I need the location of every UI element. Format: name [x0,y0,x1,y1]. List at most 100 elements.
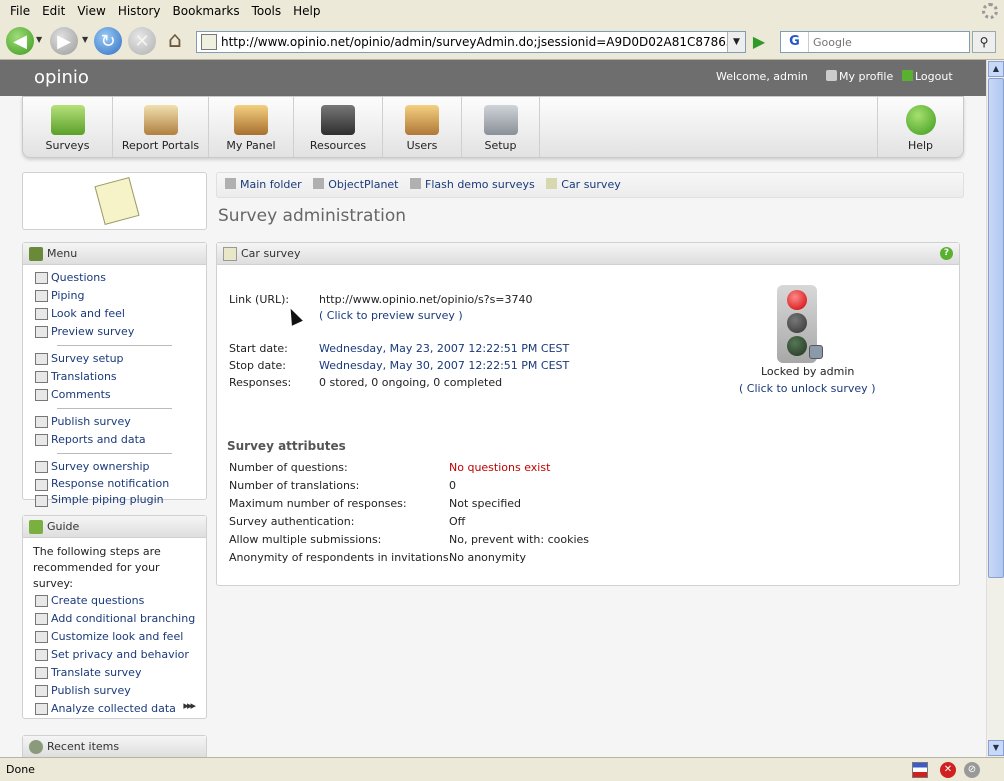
guide-set-privacy-and-behavior[interactable]: Set privacy and behavior [23,646,206,664]
menu-piping[interactable]: Piping [23,287,206,305]
page-viewport: opinio Welcome, admin My profile Logout … [0,60,986,757]
menu-help[interactable]: Help [287,4,326,18]
menu-history[interactable]: History [112,4,167,18]
menu-piping-label: Piping [51,289,85,302]
help-question-icon[interactable]: ? [940,247,953,260]
menu-response-notification-label: Response notification [51,477,170,490]
scroll-up-icon[interactable]: ▲ [988,61,1004,77]
vertical-scrollbar[interactable]: ▲ ▼ [986,60,1004,757]
breadcrumb-flash-demo-surveys[interactable]: Flash demo surveys [410,178,539,191]
link-label: Link (URL): [229,293,290,306]
menu-look-and-feel[interactable]: Look and feel [23,305,206,323]
guide-publish-survey[interactable]: Publish survey [23,682,206,700]
attr-value: Not specified [449,497,522,510]
logout-link[interactable]: Logout [902,70,953,83]
menu-questions[interactable]: Questions [23,269,206,287]
blocked-icon[interactable]: ✕ [940,762,956,778]
toolbar-help[interactable]: Help [877,97,963,157]
url-text[interactable]: http://www.opinio.net/opinio/admin/surve… [221,35,731,49]
menu-survey-setup[interactable]: Survey setup [23,350,206,368]
breadcrumb-label: Car survey [561,178,621,191]
wrench-icon [826,70,837,81]
menu-comments[interactable]: Comments [23,386,206,404]
go-button[interactable]: ▶ [750,33,768,51]
url-dropdown-icon[interactable]: ▼ [727,32,745,52]
back-history-dropdown-icon[interactable]: ▼ [36,35,42,44]
search-input[interactable] [809,33,964,51]
yellow-light-icon [787,313,807,333]
guide-step-label: Analyze collected data [51,702,176,715]
guide-customize-look-and-feel[interactable]: Customize look and feel [23,628,206,646]
scroll-down-icon[interactable]: ▼ [988,740,1004,756]
language-flag-icon[interactable] [912,762,928,778]
guide-more-arrows-icon[interactable]: ▸▸▸ [183,699,196,712]
recent-items-header[interactable]: Recent items [23,736,206,757]
menu-questions-label: Questions [51,271,106,284]
toolbar-setup[interactable]: Setup [462,97,540,157]
preview-survey-link[interactable]: ( Click to preview survey ) [319,309,463,322]
scroll-thumb[interactable] [988,78,1004,578]
menu-survey-ownership[interactable]: Survey ownership [23,458,206,476]
resources-icon [321,105,355,135]
breadcrumb-main-folder[interactable]: Main folder [225,178,306,191]
guide-add-conditional-branching[interactable]: Add conditional branching [23,610,206,628]
menu-survey-setup-label: Survey setup [51,352,124,365]
forward-history-dropdown-icon[interactable]: ▼ [82,35,88,44]
responses-label: Responses: [229,376,292,389]
guide-analyze-collected-data[interactable]: Analyze collected data [23,700,206,718]
my-profile-link[interactable]: My profile [826,70,893,83]
welcome-text: Welcome, admin [716,70,808,83]
menu-view[interactable]: View [71,4,111,18]
menu-edit[interactable]: Edit [36,4,71,18]
toolbar-my-panel[interactable]: My Panel [209,97,294,157]
menu-publish-survey[interactable]: Publish survey [23,413,206,431]
menu-response-notification[interactable]: Response notification [23,476,206,492]
toolbar-surveys[interactable]: Surveys [23,97,113,157]
page-title: Survey administration [218,206,407,226]
toolbar-users[interactable]: Users [383,97,462,157]
menu-tools[interactable]: Tools [246,4,288,18]
back-button[interactable]: ◀ [6,27,34,55]
home-button[interactable]: ⌂ [162,27,188,53]
survey-panel-title: Car survey [241,247,301,260]
translations-globe-icon [35,371,48,383]
toolbar-my-panel-label: My Panel [226,139,276,152]
stop-date-label: Stop date: [229,359,287,372]
report-portals-icon [143,105,178,135]
guide-panel-header: Guide [23,516,206,538]
menu-bookmarks[interactable]: Bookmarks [167,4,246,18]
stop-date-value[interactable]: Wednesday, May 30, 2007 12:22:51 PM CEST [319,359,569,372]
toolbar-resources[interactable]: Resources [294,97,383,157]
guide-create-questions[interactable]: Create questions [23,592,206,610]
menu-file[interactable]: File [4,4,36,18]
folder-icon [410,178,421,189]
search-engine-icon[interactable]: G [781,32,809,52]
menu-translations[interactable]: Translations [23,368,206,386]
menu-preview-survey-label: Preview survey [51,325,135,338]
menu-preview-survey[interactable]: Preview survey [23,323,206,341]
attr-label: Number of translations: [229,479,360,492]
unlock-survey-link[interactable]: ( Click to unlock survey ) [739,382,875,395]
disabled-icon[interactable]: ⊘ [964,762,980,778]
search-magnifier-button[interactable]: ⚲ [972,31,996,53]
app-logo[interactable]: opinio [34,67,89,88]
breadcrumb-car-survey[interactable]: Car survey [546,178,624,191]
address-bar[interactable]: http://www.opinio.net/opinio/admin/surve… [196,31,746,53]
guide-step-label: Set privacy and behavior [51,648,189,661]
forward-button[interactable]: ▶ [50,27,78,55]
browser-navbar: ◀ ▼ ▶ ▼ ↻ ✕ ⌂ http://www.opinio.net/opin… [0,22,1004,60]
stop-button[interactable]: ✕ [128,27,156,55]
menu-divider [57,404,172,409]
guide-translate-survey[interactable]: Translate survey [23,664,206,682]
menu-panel: Menu Questions Piping Look and feel Prev… [22,242,207,507]
reload-button[interactable]: ↻ [94,27,122,55]
browser-menubar: File Edit View History Bookmarks Tools H… [0,0,1004,22]
breadcrumb-objectplanet[interactable]: ObjectPlanet [313,178,402,191]
start-date-value[interactable]: Wednesday, May 23, 2007 12:22:51 PM CEST [319,342,569,355]
publish-icon [35,416,48,428]
toolbar-report-portals[interactable]: Report Portals [113,97,209,157]
guide-title: Guide [47,520,80,533]
menu-simple-piping-plugin[interactable]: Simple piping plugin [23,492,206,508]
menu-reports-and-data[interactable]: Reports and data [23,431,206,449]
recent-clock-icon [29,740,43,754]
